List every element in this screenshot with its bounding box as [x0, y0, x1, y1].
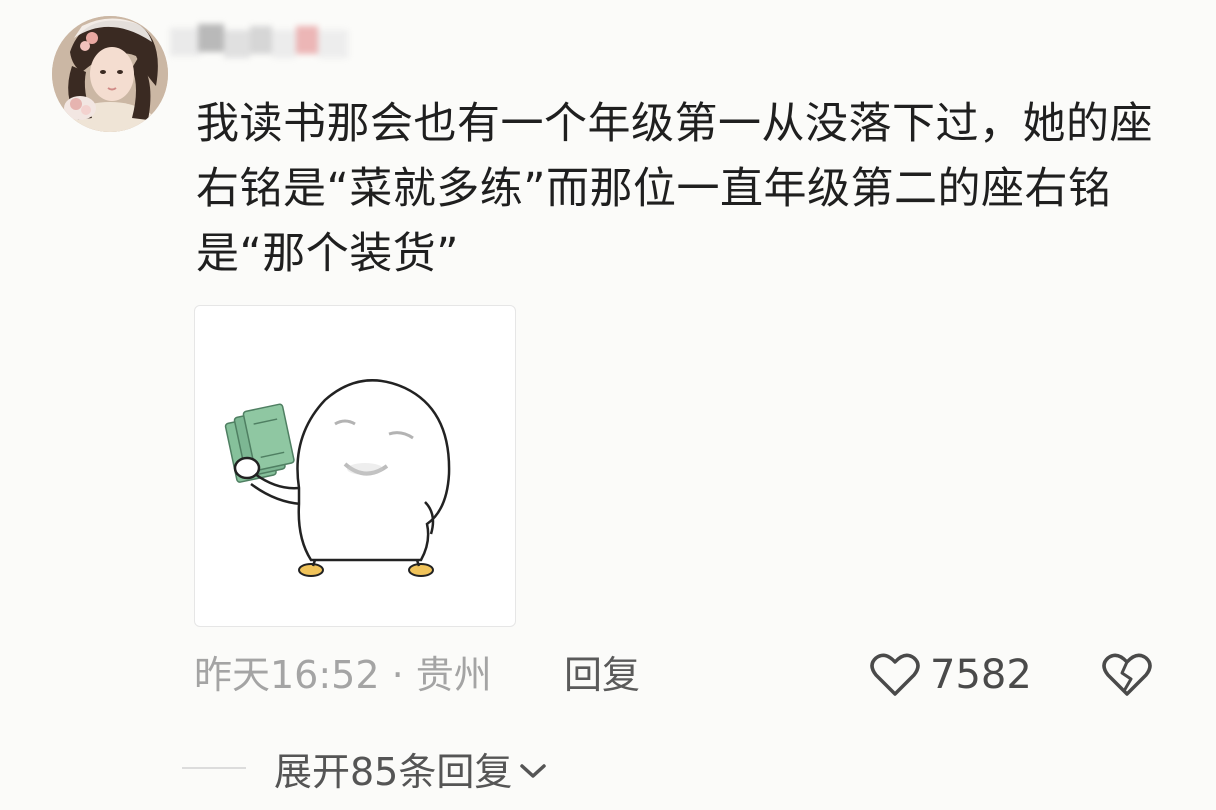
- expand-replies-label: 展开85条回复: [274, 749, 513, 794]
- comment-text: 我读书那会也有一个年级第一从没落下过，她的座右铭是“菜就多练”而那位一直年级第二…: [196, 99, 1153, 279]
- dislike-button[interactable]: [1102, 651, 1152, 701]
- divider-line: [182, 767, 246, 769]
- like-button[interactable]: 7582: [870, 650, 1032, 700]
- username-blurred[interactable]: [170, 24, 350, 66]
- time-location: 昨天16:52 · 贵州: [194, 653, 492, 697]
- meme-sticker-icon: [224, 379, 451, 577]
- comment-meta-row: 昨天16:52 · 贵州 回复 7582: [194, 650, 1174, 700]
- expand-replies-button[interactable]: 展开85条回复: [274, 742, 548, 794]
- sticker-image[interactable]: [194, 305, 516, 627]
- avatar[interactable]: [52, 16, 168, 132]
- like-count: 7582: [930, 652, 1032, 698]
- expand-replies-row: 展开85条回复: [182, 742, 782, 794]
- heart-outline-icon: [870, 653, 920, 696]
- avatar-image: [52, 16, 168, 132]
- reply-button[interactable]: 回复: [564, 652, 640, 698]
- broken-heart-icon: [1102, 653, 1152, 696]
- chevron-down-icon: [520, 764, 547, 778]
